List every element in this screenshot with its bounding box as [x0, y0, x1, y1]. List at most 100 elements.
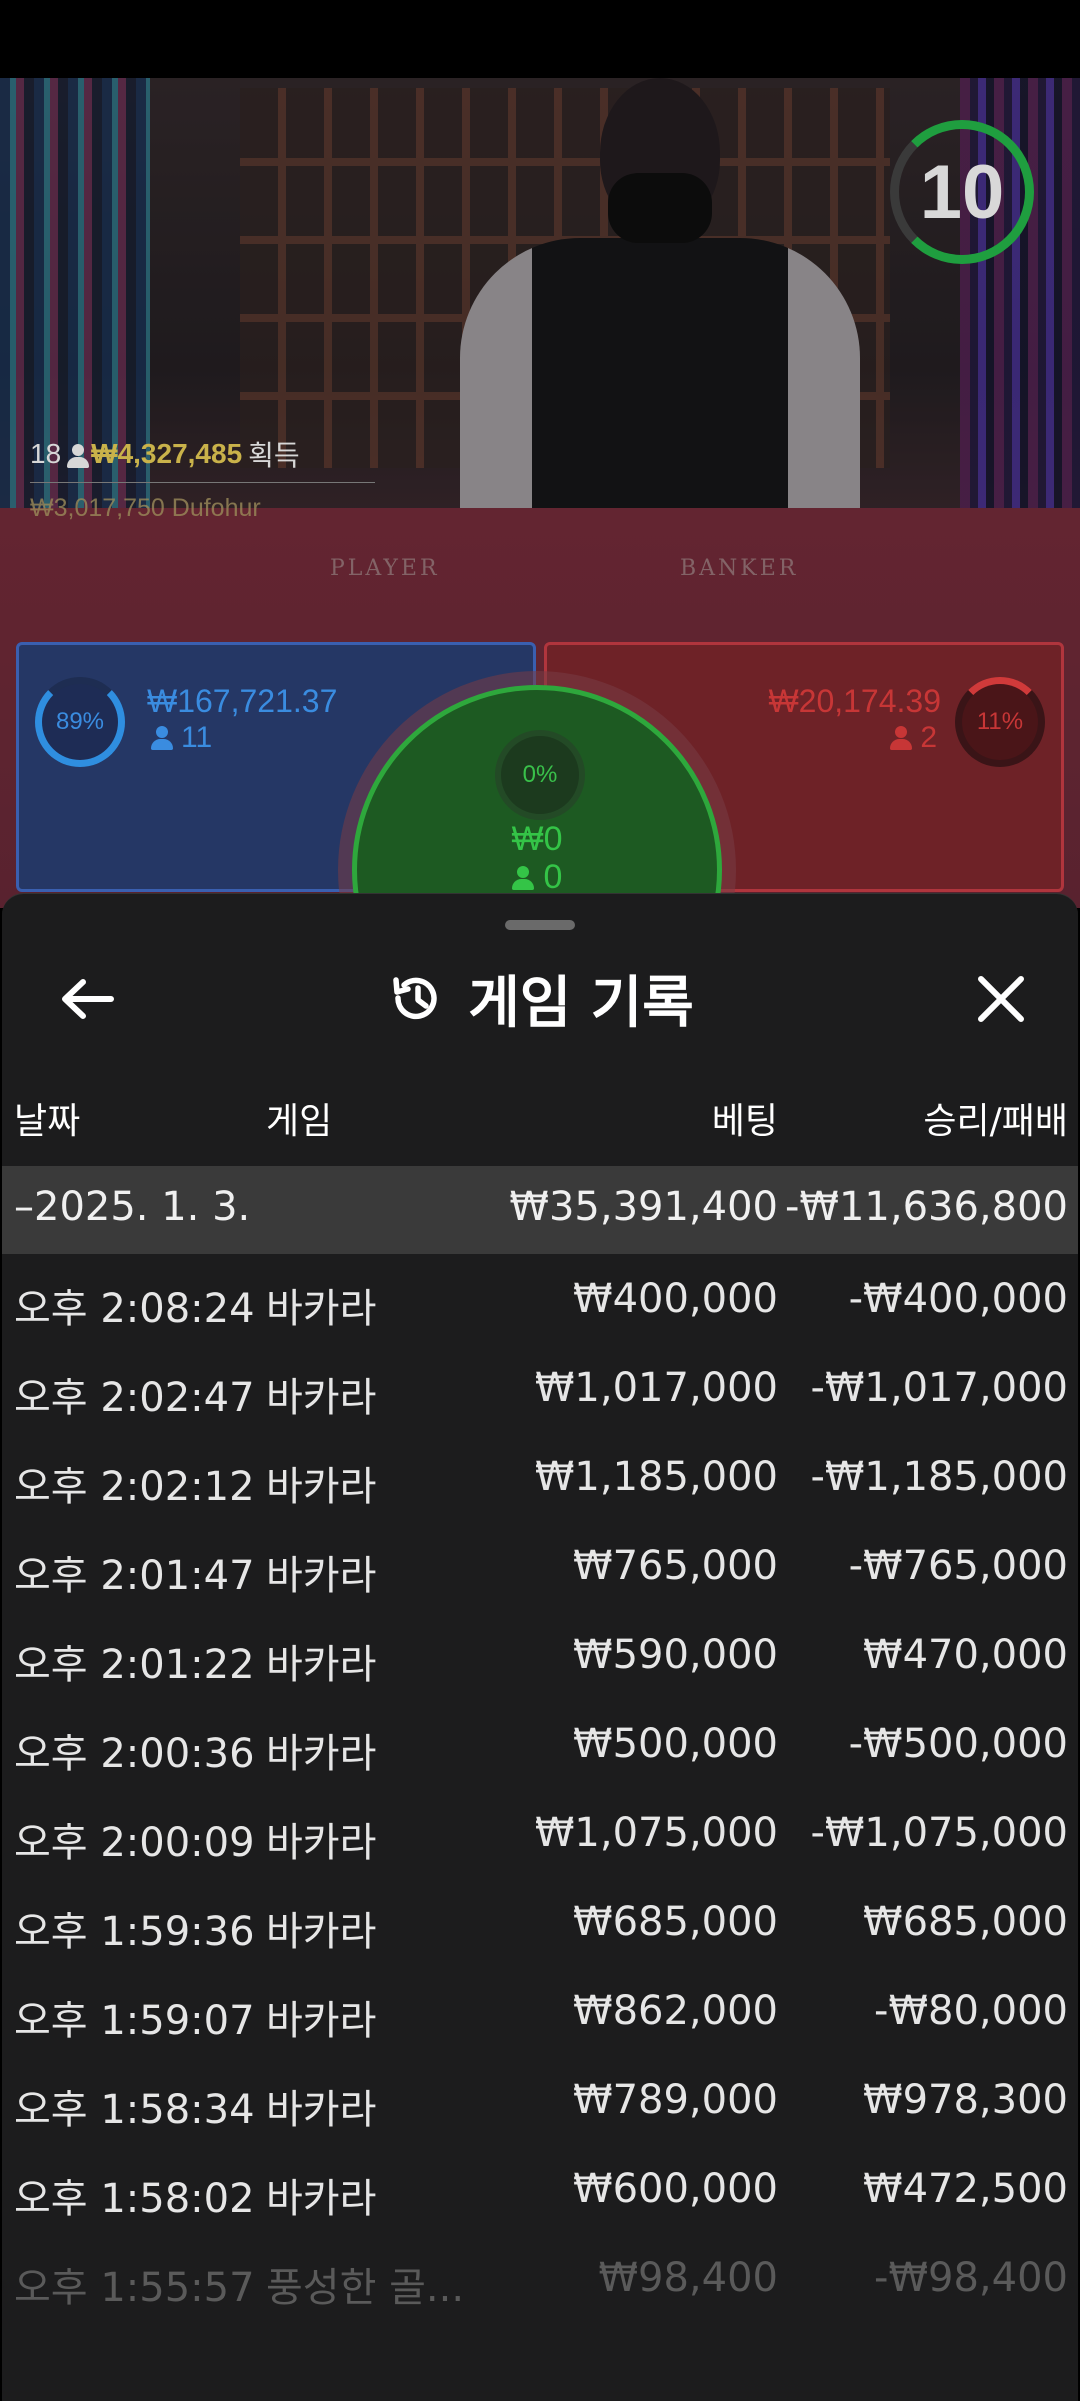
- history-list: 오후 2:08:24 바카라 ₩400,000 -₩400,000 오후 2:0…: [2, 1254, 1078, 2322]
- row-result: -₩98,400: [874, 2255, 1068, 2301]
- date-group-row[interactable]: –2025. 1. 3. ₩35,391,400 -₩11,636,800: [2, 1166, 1078, 1254]
- row-time: 오후 2:00:09: [14, 1820, 255, 1866]
- history-row[interactable]: 오후 2:00:09 바카라 ₩1,075,000 -₩1,075,000: [2, 1788, 1078, 1877]
- row-game: 바카라: [266, 1642, 377, 1688]
- timer-value: 10: [919, 149, 1005, 235]
- row-game: 바카라: [266, 1731, 377, 1777]
- banker-percent-ring: 11%: [955, 677, 1045, 767]
- row-result: -₩1,185,000: [810, 1454, 1068, 1500]
- row-game: 바카라: [266, 1998, 377, 2044]
- person-icon: [890, 726, 913, 750]
- row-bet: ₩1,075,000: [534, 1810, 778, 1856]
- row-time: 오후 1:59:07: [14, 1998, 255, 2044]
- sheet-title-text: 게임 기록: [468, 970, 694, 1036]
- row-time: 오후 1:58:02: [14, 2176, 255, 2222]
- close-icon: [978, 976, 1024, 1022]
- history-row[interactable]: 오후 1:55:57 풍성한 골... ₩98,400 -₩98,400: [2, 2233, 1078, 2322]
- row-time: 오후 2:01:22: [14, 1642, 255, 1688]
- sheet-drag-handle[interactable]: [505, 920, 575, 930]
- tie-percent: 0%: [522, 761, 558, 788]
- row-time: 오후 2:01:47: [14, 1553, 255, 1599]
- row-bet: ₩1,017,000: [534, 1365, 778, 1411]
- row-time: 오후 2:02:12: [14, 1464, 255, 1510]
- history-row[interactable]: 오후 1:58:02 바카라 ₩600,000 ₩472,500: [2, 2144, 1078, 2233]
- sheet-title: 게임 기록: [2, 962, 1078, 1036]
- history-icon: [393, 977, 437, 1020]
- row-bet: ₩765,000: [573, 1543, 778, 1589]
- row-bet: ₩400,000: [573, 1276, 778, 1322]
- date-group-bet: ₩35,391,400: [509, 1184, 778, 1230]
- row-result: -₩80,000: [874, 1988, 1068, 2034]
- winner-banner: 18 ₩4,327,485 획득: [30, 434, 300, 474]
- banker-count: 2: [890, 721, 937, 755]
- winner-suffix: 획득: [248, 440, 300, 471]
- row-game: 풍성한 골...: [266, 2265, 465, 2311]
- status-bar: [0, 0, 1080, 78]
- row-game: 바카라: [266, 2087, 377, 2133]
- history-row[interactable]: 오후 1:59:07 바카라 ₩862,000 -₩80,000: [2, 1966, 1078, 2055]
- row-bet: ₩789,000: [573, 2077, 778, 2123]
- row-bet: ₩685,000: [573, 1899, 778, 1945]
- history-row[interactable]: 오후 2:00:36 바카라 ₩500,000 -₩500,000: [2, 1699, 1078, 1788]
- history-row[interactable]: 오후 1:58:34 바카라 ₩789,000 ₩978,300: [2, 2055, 1078, 2144]
- player-percent-ring: 89%: [35, 677, 125, 767]
- winner-sub: ₩3,017,750 Dufohur: [30, 494, 261, 522]
- row-game: 바카라: [266, 1909, 377, 1955]
- row-game: 바카라: [266, 2176, 377, 2222]
- history-row[interactable]: 오후 2:01:47 바카라 ₩765,000 -₩765,000: [2, 1521, 1078, 1610]
- history-row[interactable]: 오후 2:08:24 바카라 ₩400,000 -₩400,000: [2, 1254, 1078, 1343]
- person-icon: [67, 444, 90, 468]
- winner-count: 18: [30, 438, 62, 469]
- row-time: 오후 1:55:57: [14, 2265, 255, 2311]
- person-icon: [151, 726, 173, 750]
- winner-amount: ₩4,327,485: [91, 438, 243, 469]
- row-time: 오후 2:08:24: [14, 1286, 255, 1332]
- history-row[interactable]: 오후 1:59:36 바카라 ₩685,000 ₩685,000: [2, 1877, 1078, 1966]
- tie-count-value: 0: [543, 858, 563, 896]
- game-history-sheet: 게임 기록 날짜 게임 베팅 승리/패배 –2025. 1. 3. ₩35,39…: [2, 893, 1078, 2401]
- player-count: 11: [151, 721, 212, 755]
- row-game: 바카라: [266, 1553, 377, 1599]
- row-time: 오후 1:59:36: [14, 1909, 255, 1955]
- row-game: 바카라: [266, 1464, 377, 1510]
- tie-amount: ₩0: [511, 820, 563, 858]
- row-result: -₩400,000: [848, 1276, 1068, 1322]
- tie-percent-ring: 0%: [495, 730, 585, 820]
- history-row[interactable]: 오후 2:02:47 바카라 ₩1,017,000 -₩1,017,000: [2, 1343, 1078, 1432]
- row-result: -₩1,017,000: [810, 1365, 1068, 1411]
- date-group-label: –2025. 1. 3.: [14, 1184, 251, 1230]
- row-result: -₩765,000: [848, 1543, 1068, 1589]
- history-row[interactable]: 오후 2:02:12 바카라 ₩1,185,000 -₩1,185,000: [2, 1432, 1078, 1521]
- close-button[interactable]: [966, 964, 1036, 1034]
- col-header-date: 날짜: [14, 1101, 81, 1142]
- player-amount: ₩167,721.37: [147, 683, 338, 719]
- row-bet: ₩600,000: [573, 2166, 778, 2212]
- row-result: ₩470,000: [863, 1632, 1068, 1678]
- row-bet: ₩862,000: [573, 1988, 778, 2034]
- col-header-game: 게임: [266, 1101, 333, 1142]
- player-percent: 89%: [55, 708, 105, 735]
- row-result: ₩472,500: [863, 2166, 1068, 2212]
- row-bet: ₩98,400: [598, 2255, 778, 2301]
- history-table-header: 날짜 게임 베팅 승리/패배: [2, 1092, 1078, 1152]
- row-result: -₩500,000: [848, 1721, 1068, 1767]
- banker-amount: ₩20,174.39: [768, 683, 941, 719]
- banker-count-value: 2: [920, 721, 937, 754]
- row-result: ₩978,300: [863, 2077, 1068, 2123]
- history-row[interactable]: 오후 2:01:22 바카라 ₩590,000 ₩470,000: [2, 1610, 1078, 1699]
- row-result: -₩1,075,000: [810, 1810, 1068, 1856]
- row-game: 바카라: [266, 1286, 377, 1332]
- row-game: 바카라: [266, 1820, 377, 1866]
- round-timer: 10: [890, 120, 1034, 264]
- row-game: 바카라: [266, 1375, 377, 1421]
- banker-percent: 11%: [976, 708, 1024, 735]
- col-header-bet: 베팅: [711, 1101, 778, 1142]
- col-header-result: 승리/패배: [923, 1101, 1068, 1142]
- row-time: 오후 1:58:34: [14, 2087, 255, 2133]
- row-bet: ₩500,000: [573, 1721, 778, 1767]
- row-result: ₩685,000: [863, 1899, 1068, 1945]
- row-time: 오후 2:02:47: [14, 1375, 255, 1421]
- row-time: 오후 2:00:36: [14, 1731, 255, 1777]
- person-icon: [511, 865, 534, 890]
- row-bet: ₩590,000: [573, 1632, 778, 1678]
